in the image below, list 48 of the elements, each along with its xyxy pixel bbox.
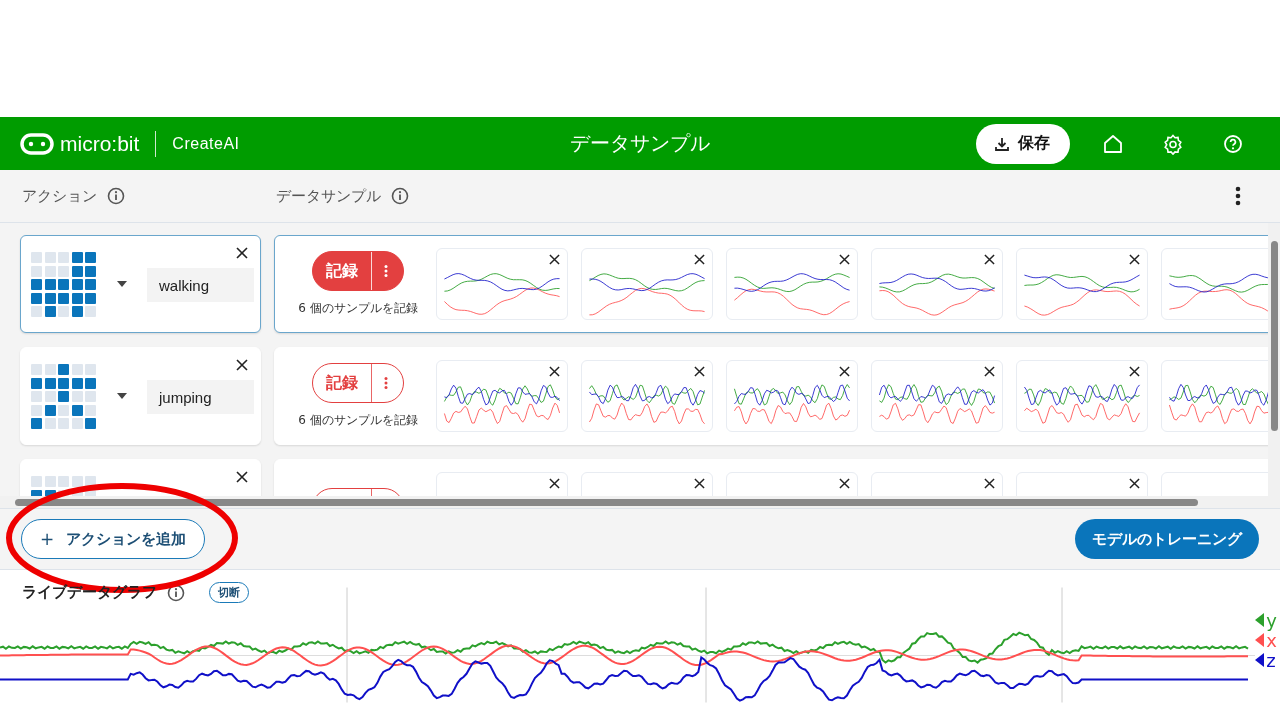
close-icon[interactable]: [839, 366, 850, 377]
led-pattern-icon[interactable]: [31, 364, 96, 429]
train-model-button[interactable]: モデルのトレーニング: [1075, 519, 1259, 559]
led-pattern-icon[interactable]: [31, 252, 96, 317]
help-icon[interactable]: [1222, 132, 1244, 155]
close-icon[interactable]: [549, 254, 560, 265]
axis-label: y: [1266, 609, 1277, 631]
caret-icon[interactable]: [117, 281, 127, 287]
close-icon[interactable]: [549, 366, 560, 377]
close-icon[interactable]: [236, 247, 248, 259]
close-icon[interactable]: [694, 254, 705, 265]
info-icon[interactable]: [167, 583, 185, 602]
info-icon[interactable]: [391, 187, 409, 205]
column-heading: アクション: [22, 186, 97, 206]
close-icon[interactable]: [984, 254, 995, 265]
action-name-field[interactable]: walking: [147, 268, 254, 302]
caret-icon[interactable]: [117, 393, 127, 399]
close-icon[interactable]: [1129, 254, 1140, 265]
more-options-icon[interactable]: [1235, 186, 1241, 206]
close-icon[interactable]: [839, 478, 850, 489]
sample-count: 6 個のサンプルを記録: [298, 300, 418, 317]
home-icon[interactable]: [1102, 132, 1124, 155]
close-icon[interactable]: [839, 254, 850, 265]
close-icon[interactable]: [984, 478, 995, 489]
close-icon[interactable]: [236, 471, 248, 483]
logo-icon: [20, 132, 54, 155]
action-card[interactable]: walking: [20, 235, 261, 333]
info-icon[interactable]: [107, 187, 125, 205]
close-icon[interactable]: [236, 359, 248, 371]
close-icon[interactable]: [1129, 366, 1140, 377]
close-icon[interactable]: [984, 366, 995, 377]
action-card[interactable]: jumping: [20, 347, 261, 445]
close-icon[interactable]: [694, 478, 705, 489]
record-button[interactable]: 記録: [312, 251, 404, 291]
close-icon[interactable]: [549, 478, 560, 489]
product-name: CreateAI: [172, 134, 240, 153]
column-heading: データサンプル: [276, 186, 381, 206]
close-icon[interactable]: [694, 366, 705, 377]
sample-count: 6 個のサンプルを記録: [298, 412, 418, 429]
page-title: データサンプル: [570, 130, 710, 157]
add-action-button[interactable]: + アクションを追加: [21, 519, 206, 559]
download-icon: [994, 135, 1010, 152]
settings-icon[interactable]: [1162, 132, 1184, 155]
action-name-field[interactable]: jumping: [147, 380, 254, 414]
brand-name: micro:bit: [60, 131, 140, 156]
save-button[interactable]: 保存: [976, 123, 1070, 164]
axis-label: z: [1266, 649, 1276, 671]
close-icon[interactable]: [1129, 478, 1140, 489]
